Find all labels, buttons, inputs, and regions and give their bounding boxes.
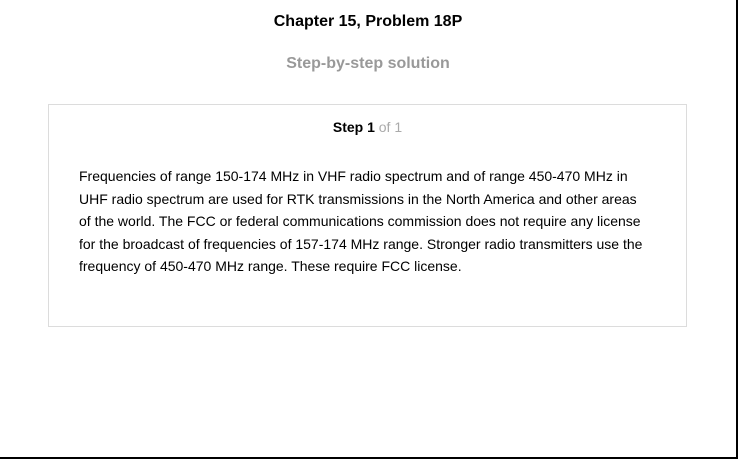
solution-page: Chapter 15, Problem 18P Step-by-step sol… [0, 0, 738, 459]
step-body-line: UHF radio spectrum are used for RTK tran… [79, 190, 637, 207]
step-body-line: for the broadcast of frequencies of 157-… [79, 235, 643, 252]
step-label: Step 1 [332, 119, 375, 135]
step-count: of 1 [378, 119, 403, 135]
step-body-line: frequency of 450-470 MHz range. These re… [79, 258, 462, 274]
solution-subtitle: Step-by-step solution [286, 55, 450, 72]
step-body-line: Frequencies of range 150-174 MHz in VHF … [79, 168, 628, 184]
step-body-line: of the world. The FCC or federal communi… [79, 213, 641, 229]
page-title: Chapter 15, Problem 18P [273, 13, 463, 30]
step-body-text: Frequencies of range 150-174 MHz in VHF … [79, 165, 664, 278]
step-card: Step 1 of 1 Frequencies of range 150-174… [48, 104, 687, 327]
step-header: Step 1 of 1 [49, 118, 686, 136]
